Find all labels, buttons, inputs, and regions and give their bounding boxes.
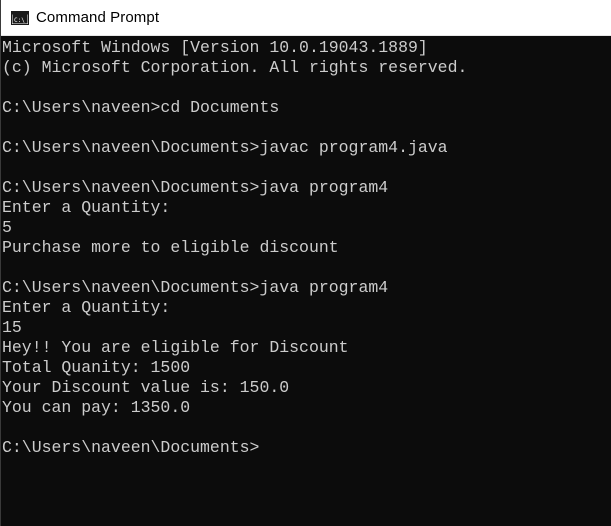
- console-line: C:\Users\naveen\Documents>java program4: [2, 178, 389, 197]
- console-line: Purchase more to eligible discount: [2, 238, 339, 257]
- console-line: 15: [2, 318, 22, 337]
- console-line: You can pay: 1350.0: [2, 398, 191, 417]
- console-line: 5: [2, 218, 12, 237]
- console-line: Enter a Quantity:: [2, 298, 171, 317]
- svg-text:C:\: C:\: [14, 17, 25, 24]
- console-line: Your Discount value is: 150.0: [2, 378, 290, 397]
- console-line: C:\Users\naveen\Documents>: [2, 438, 260, 457]
- console-line: Hey!! You are eligible for Discount: [2, 338, 349, 357]
- command-prompt-window: C:\ Command Prompt Microsoft Windows [Ve…: [0, 0, 611, 526]
- console-line: Microsoft Windows [Version 10.0.19043.18…: [2, 38, 428, 57]
- console-line: C:\Users\naveen\Documents>javac program4…: [2, 138, 448, 157]
- title-bar[interactable]: C:\ Command Prompt: [1, 0, 611, 36]
- console-line: C:\Users\naveen\Documents>java program4: [2, 278, 389, 297]
- console-output[interactable]: Microsoft Windows [Version 10.0.19043.18…: [2, 38, 611, 526]
- console-line: Enter a Quantity:: [2, 198, 171, 217]
- cmd-console-icon: C:\: [11, 10, 29, 25]
- console-line: C:\Users\naveen>cd Documents: [2, 98, 280, 117]
- console-line: (c) Microsoft Corporation. All rights re…: [2, 58, 468, 77]
- console-line: Total Quanity: 1500: [2, 358, 191, 377]
- window-title: Command Prompt: [36, 9, 160, 26]
